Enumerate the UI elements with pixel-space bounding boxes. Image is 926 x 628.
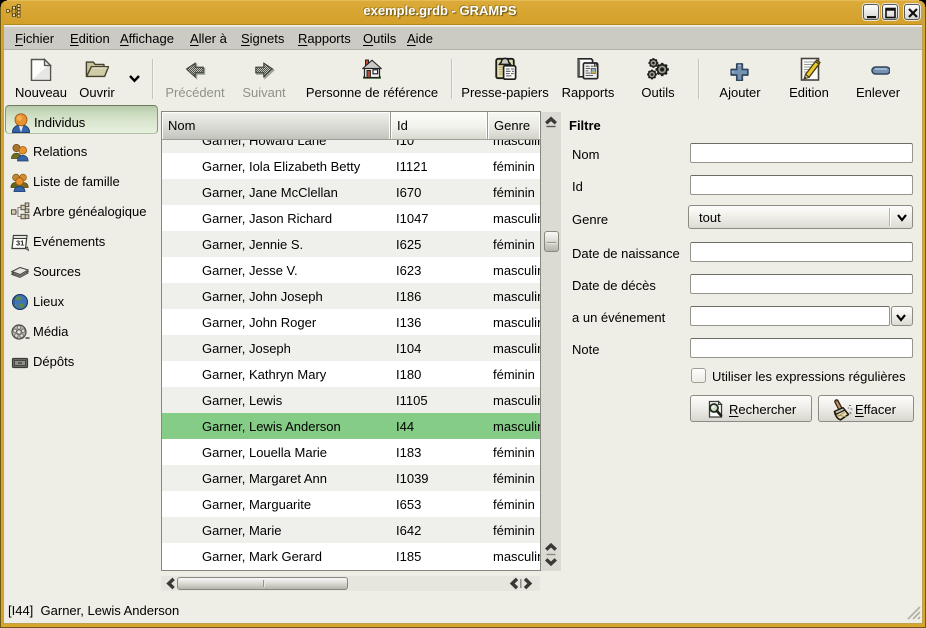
svg-text:31: 31 [16,239,24,248]
